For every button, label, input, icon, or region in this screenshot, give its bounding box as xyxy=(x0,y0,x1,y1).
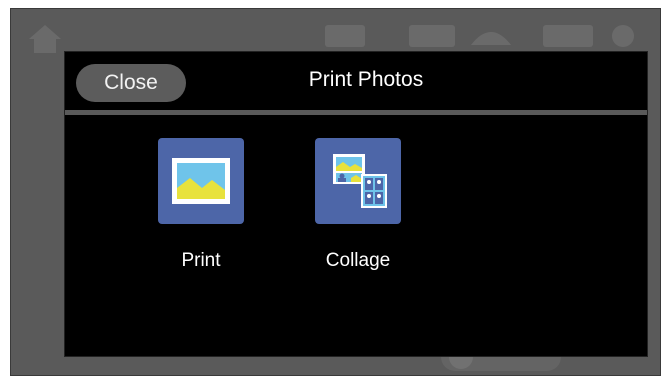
collage-option[interactable]: Collage xyxy=(315,138,401,271)
printer-screen: Close Print Photos Print Collage xyxy=(10,8,661,376)
collage-label: Collage xyxy=(325,250,391,271)
dialog-header: Close Print Photos xyxy=(65,52,647,108)
home-icon xyxy=(29,25,61,53)
header-divider xyxy=(65,110,647,115)
print-option[interactable]: Print xyxy=(158,138,244,271)
photo-icon xyxy=(158,138,244,224)
close-button[interactable]: Close xyxy=(76,64,186,102)
status-icons xyxy=(325,25,634,47)
print-photos-dialog: Close Print Photos Print Collage xyxy=(64,51,648,357)
collage-icon xyxy=(315,138,401,224)
dialog-title: Print Photos xyxy=(308,68,424,91)
print-label: Print xyxy=(181,250,221,271)
